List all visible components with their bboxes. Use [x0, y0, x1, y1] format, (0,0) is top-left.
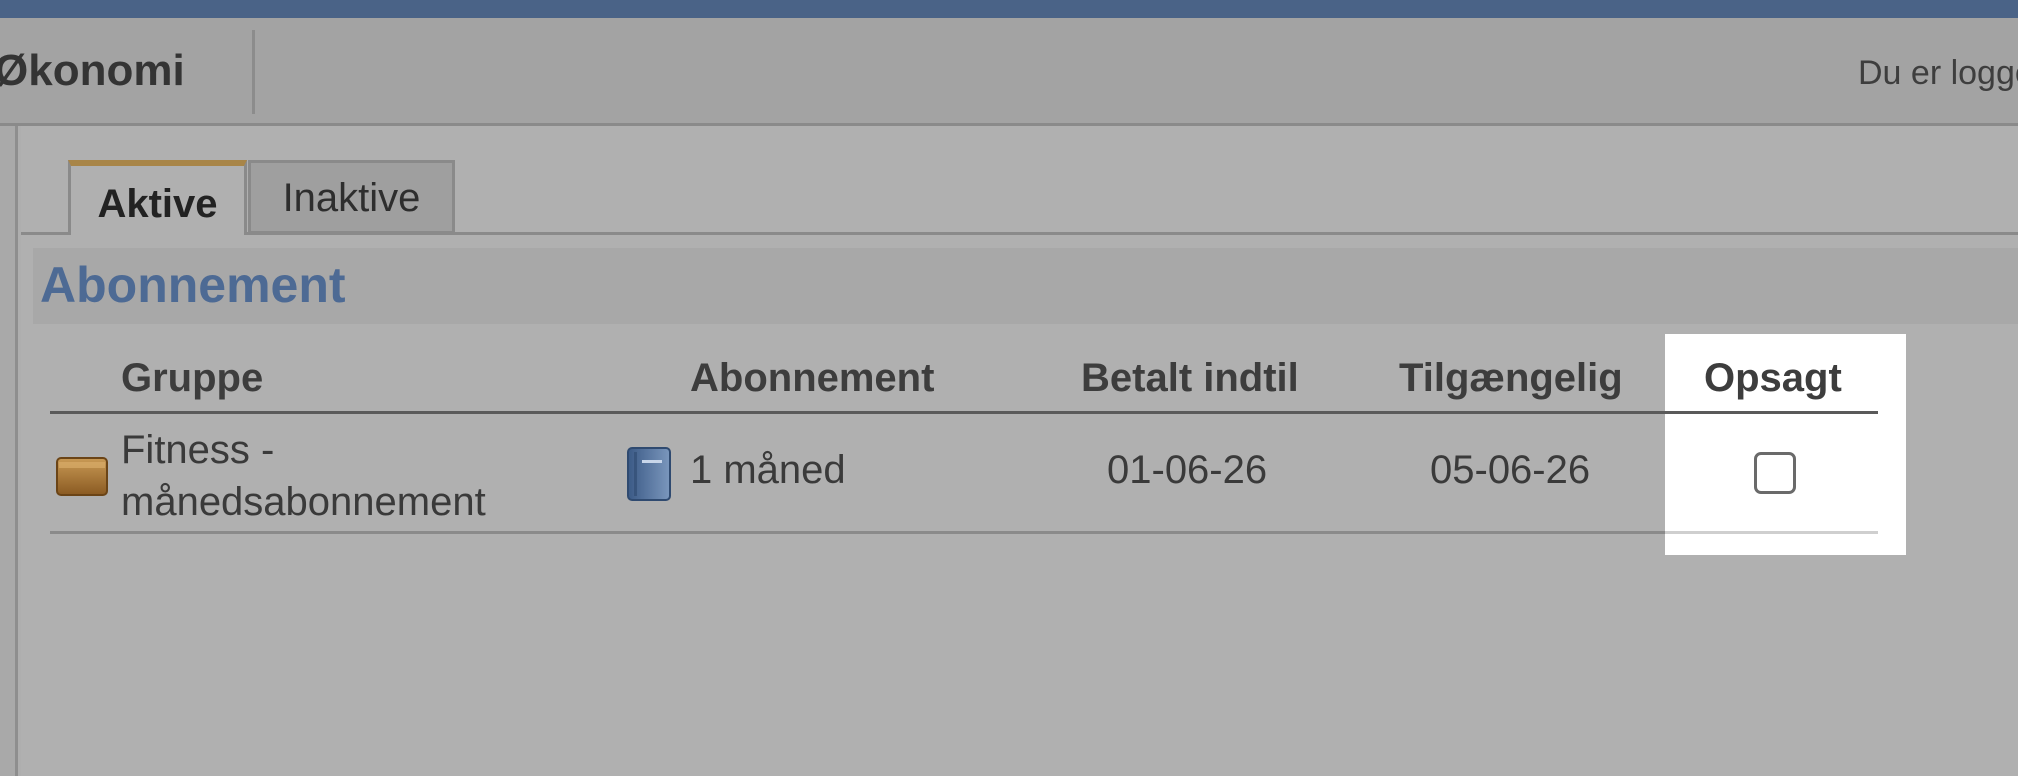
column-header-gruppe[interactable]: Gruppe — [121, 356, 263, 401]
table-row-divider-highlight — [1665, 531, 1878, 534]
header-divider — [252, 30, 255, 114]
table-row-divider — [50, 531, 1878, 534]
left-rail — [0, 126, 18, 776]
column-header-betalt-indtil[interactable]: Betalt indtil — [1081, 356, 1299, 401]
top-accent-bar — [0, 0, 2018, 18]
table-header-rule — [50, 411, 1878, 414]
column-header-opsagt[interactable]: Opsagt — [1704, 356, 1842, 401]
opsagt-checkbox[interactable] — [1754, 452, 1796, 494]
cell-betalt-indtil: 01-06-26 — [1107, 448, 1268, 492]
section-title: Abonnement — [40, 257, 346, 313]
folder-icon — [56, 457, 108, 496]
tab-inaktive[interactable]: Inaktive — [248, 160, 455, 234]
cell-tilgaengelig: 05-06-26 — [1430, 448, 1591, 492]
nav-item-okonomi[interactable]: Økonomi — [0, 46, 185, 96]
column-header-tilgaengelig[interactable]: Tilgængelig — [1399, 356, 1623, 401]
column-header-abonnement[interactable]: Abonnement — [690, 356, 934, 401]
book-icon — [627, 447, 671, 501]
gruppe-name-line1: Fitness - — [121, 428, 275, 472]
tab-aktive[interactable]: Aktive — [68, 160, 247, 235]
gruppe-name-line2: månedsabonnement — [121, 480, 486, 524]
cell-gruppe[interactable]: Fitness - månedsabonnement — [121, 424, 486, 528]
app-header: Økonomi Du er logge — [0, 18, 2018, 126]
login-status-text: Du er logge — [1858, 54, 2018, 92]
cell-abonnement: 1 måned — [690, 448, 846, 492]
